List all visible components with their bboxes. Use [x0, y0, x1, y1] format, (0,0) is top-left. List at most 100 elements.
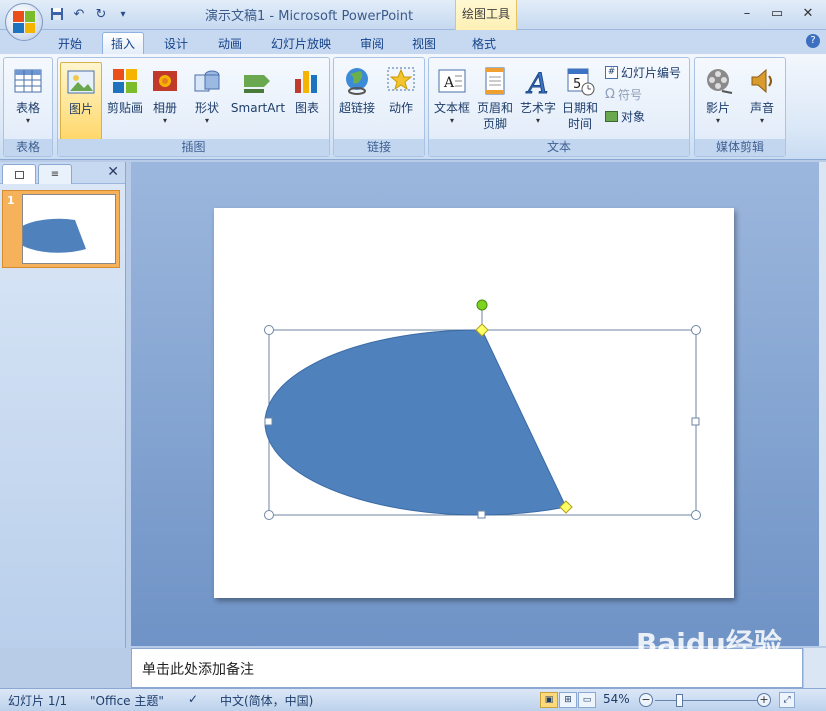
action-button[interactable]: 动作: [380, 62, 422, 116]
chart-label: 图表: [294, 101, 319, 115]
fit-to-window-button[interactable]: ⤢: [779, 692, 795, 708]
wordart-button[interactable]: A 艺术字 ▾: [517, 62, 559, 126]
restore-button[interactable]: ▭: [763, 3, 791, 23]
group-label-illustrations: 插图: [58, 139, 329, 156]
action-star-icon: [385, 65, 417, 97]
album-button[interactable]: 相册 ▾: [144, 62, 186, 126]
picture-button[interactable]: 图片: [60, 62, 102, 140]
close-button[interactable]: ✕: [794, 3, 822, 23]
textbox-button[interactable]: A 文本框 ▾: [431, 62, 473, 126]
symbol-label: 符号: [617, 88, 642, 102]
watermark: Baidu经验: [636, 627, 782, 660]
normal-view-button[interactable]: ▣: [540, 692, 558, 708]
slideshow-view-button[interactable]: ▭: [578, 692, 596, 708]
chevron-down-icon: ▾: [162, 116, 167, 125]
slide-thumbnail-1[interactable]: 1: [2, 190, 120, 268]
resize-handle-right: [691, 417, 700, 426]
action-label: 动作: [388, 101, 413, 115]
textbox-label: 文本框: [433, 101, 470, 115]
zoom-out-button[interactable]: −: [639, 693, 653, 707]
table-button[interactable]: 表格 ▾: [7, 62, 49, 126]
zoom-slider-thumb[interactable]: [676, 694, 683, 707]
save-icon[interactable]: [48, 5, 66, 23]
office-button[interactable]: [5, 3, 43, 41]
close-pane-icon[interactable]: ✕: [107, 164, 119, 180]
resize-handle-bottom-left: [264, 510, 274, 520]
group-media: 影片 ▾ 声音 ▾ 媒体剪辑: [694, 57, 786, 157]
tab-design[interactable]: 设计: [156, 32, 196, 54]
chevron-down-icon: ▾: [25, 116, 30, 125]
clipart-button[interactable]: 剪贴画: [104, 62, 146, 116]
table-label: 表格: [15, 101, 40, 115]
album-label: 相册: [152, 101, 177, 115]
slide-number-button[interactable]: # 幻灯片编号: [605, 64, 681, 81]
group-text: A 文本框 ▾ 页眉和 页脚 A 艺术字 ▾ 5 日期和 时间 # 幻灯片编号 …: [428, 57, 690, 157]
zoom-in-button[interactable]: +: [757, 693, 771, 707]
textbox-icon: A: [436, 65, 468, 97]
chevron-down-icon: ▾: [204, 116, 209, 125]
notes-placeholder: 单击此处添加备注: [142, 662, 254, 678]
status-bar: 幻灯片 1/1 "Office 主题" ✓ 中文(简体，中国) ▣ ⊞ ▭ 54…: [0, 688, 826, 711]
sound-button[interactable]: 声音 ▾: [741, 62, 783, 126]
zoom-level[interactable]: 54%: [603, 692, 630, 706]
slides-pane-tabs: ≡ ✕: [0, 162, 125, 184]
chart-icon: [291, 65, 323, 97]
smartart-label: SmartArt: [230, 101, 286, 115]
rotation-handle: [476, 299, 488, 311]
chart-button[interactable]: 图表: [286, 62, 328, 116]
movie-button[interactable]: 影片 ▾: [697, 62, 739, 126]
object-icon: [605, 111, 618, 122]
smartart-icon: [242, 65, 274, 97]
datetime-label-1: 日期和: [561, 101, 598, 115]
datetime-label-2: 时间: [567, 117, 592, 131]
tab-insert[interactable]: 插入: [102, 32, 145, 54]
redo-icon[interactable]: ↻: [92, 5, 110, 23]
pie-shape: [264, 329, 567, 516]
zoom-slider-track[interactable]: [655, 700, 757, 701]
slide-counter: 幻灯片 1/1: [8, 694, 68, 708]
header-footer-button[interactable]: 页眉和 页脚: [474, 62, 516, 132]
spellcheck-icon[interactable]: ✓: [188, 692, 198, 706]
group-label-media: 媒体剪辑: [695, 139, 785, 156]
slide-canvas[interactable]: [214, 208, 734, 598]
photo-album-icon: [149, 65, 181, 97]
object-button[interactable]: 对象: [605, 108, 645, 125]
chevron-down-icon: ▾: [535, 116, 540, 125]
resize-handle-top-left: [264, 325, 274, 335]
slides-tab-icon: [14, 170, 24, 179]
slide-sorter-button[interactable]: ⊞: [559, 692, 577, 708]
tab-home[interactable]: 开始: [50, 32, 90, 54]
calendar-clock-icon: 5: [564, 65, 596, 97]
slides-tab[interactable]: [2, 164, 36, 184]
chevron-down-icon: ▾: [759, 116, 764, 125]
editor-scrollbar[interactable]: [819, 162, 826, 646]
resize-handle-top-right: [691, 325, 701, 335]
minimize-button[interactable]: –: [733, 3, 761, 23]
svg-text:A: A: [443, 75, 455, 91]
customize-qat-icon[interactable]: ▾: [114, 5, 132, 23]
tab-format[interactable]: 格式: [464, 32, 504, 54]
window-title: 演示文稿1 - Microsoft PowerPoint: [205, 9, 414, 24]
hyperlink-button[interactable]: 超链接: [336, 62, 378, 116]
datetime-button[interactable]: 5 日期和 时间: [559, 62, 601, 132]
undo-icon[interactable]: ↶: [70, 5, 88, 23]
tab-view[interactable]: 视图: [404, 32, 444, 54]
shapes-button[interactable]: 形状 ▾: [186, 62, 228, 126]
tab-review[interactable]: 审阅: [352, 32, 392, 54]
tab-animations[interactable]: 动画: [210, 32, 250, 54]
chevron-down-icon: ▾: [715, 116, 720, 125]
help-icon[interactable]: ?: [806, 34, 820, 48]
language-indicator[interactable]: 中文(简体，中国): [220, 692, 313, 709]
smartart-button[interactable]: SmartArt: [230, 62, 286, 116]
outline-tab[interactable]: ≡: [38, 164, 72, 184]
table-icon: [12, 65, 44, 97]
chevron-down-icon: ▾: [449, 116, 454, 125]
symbol-button[interactable]: Ω 符号: [605, 86, 642, 103]
notes-scrollbar[interactable]: [803, 648, 826, 688]
movie-label: 影片: [705, 101, 730, 115]
object-label: 对象: [621, 110, 646, 124]
group-label-table: 表格: [4, 139, 52, 156]
slide-number: 1: [7, 194, 15, 207]
hyperlink-label: 超链接: [338, 101, 375, 115]
tab-slideshow[interactable]: 幻灯片放映: [263, 32, 339, 54]
